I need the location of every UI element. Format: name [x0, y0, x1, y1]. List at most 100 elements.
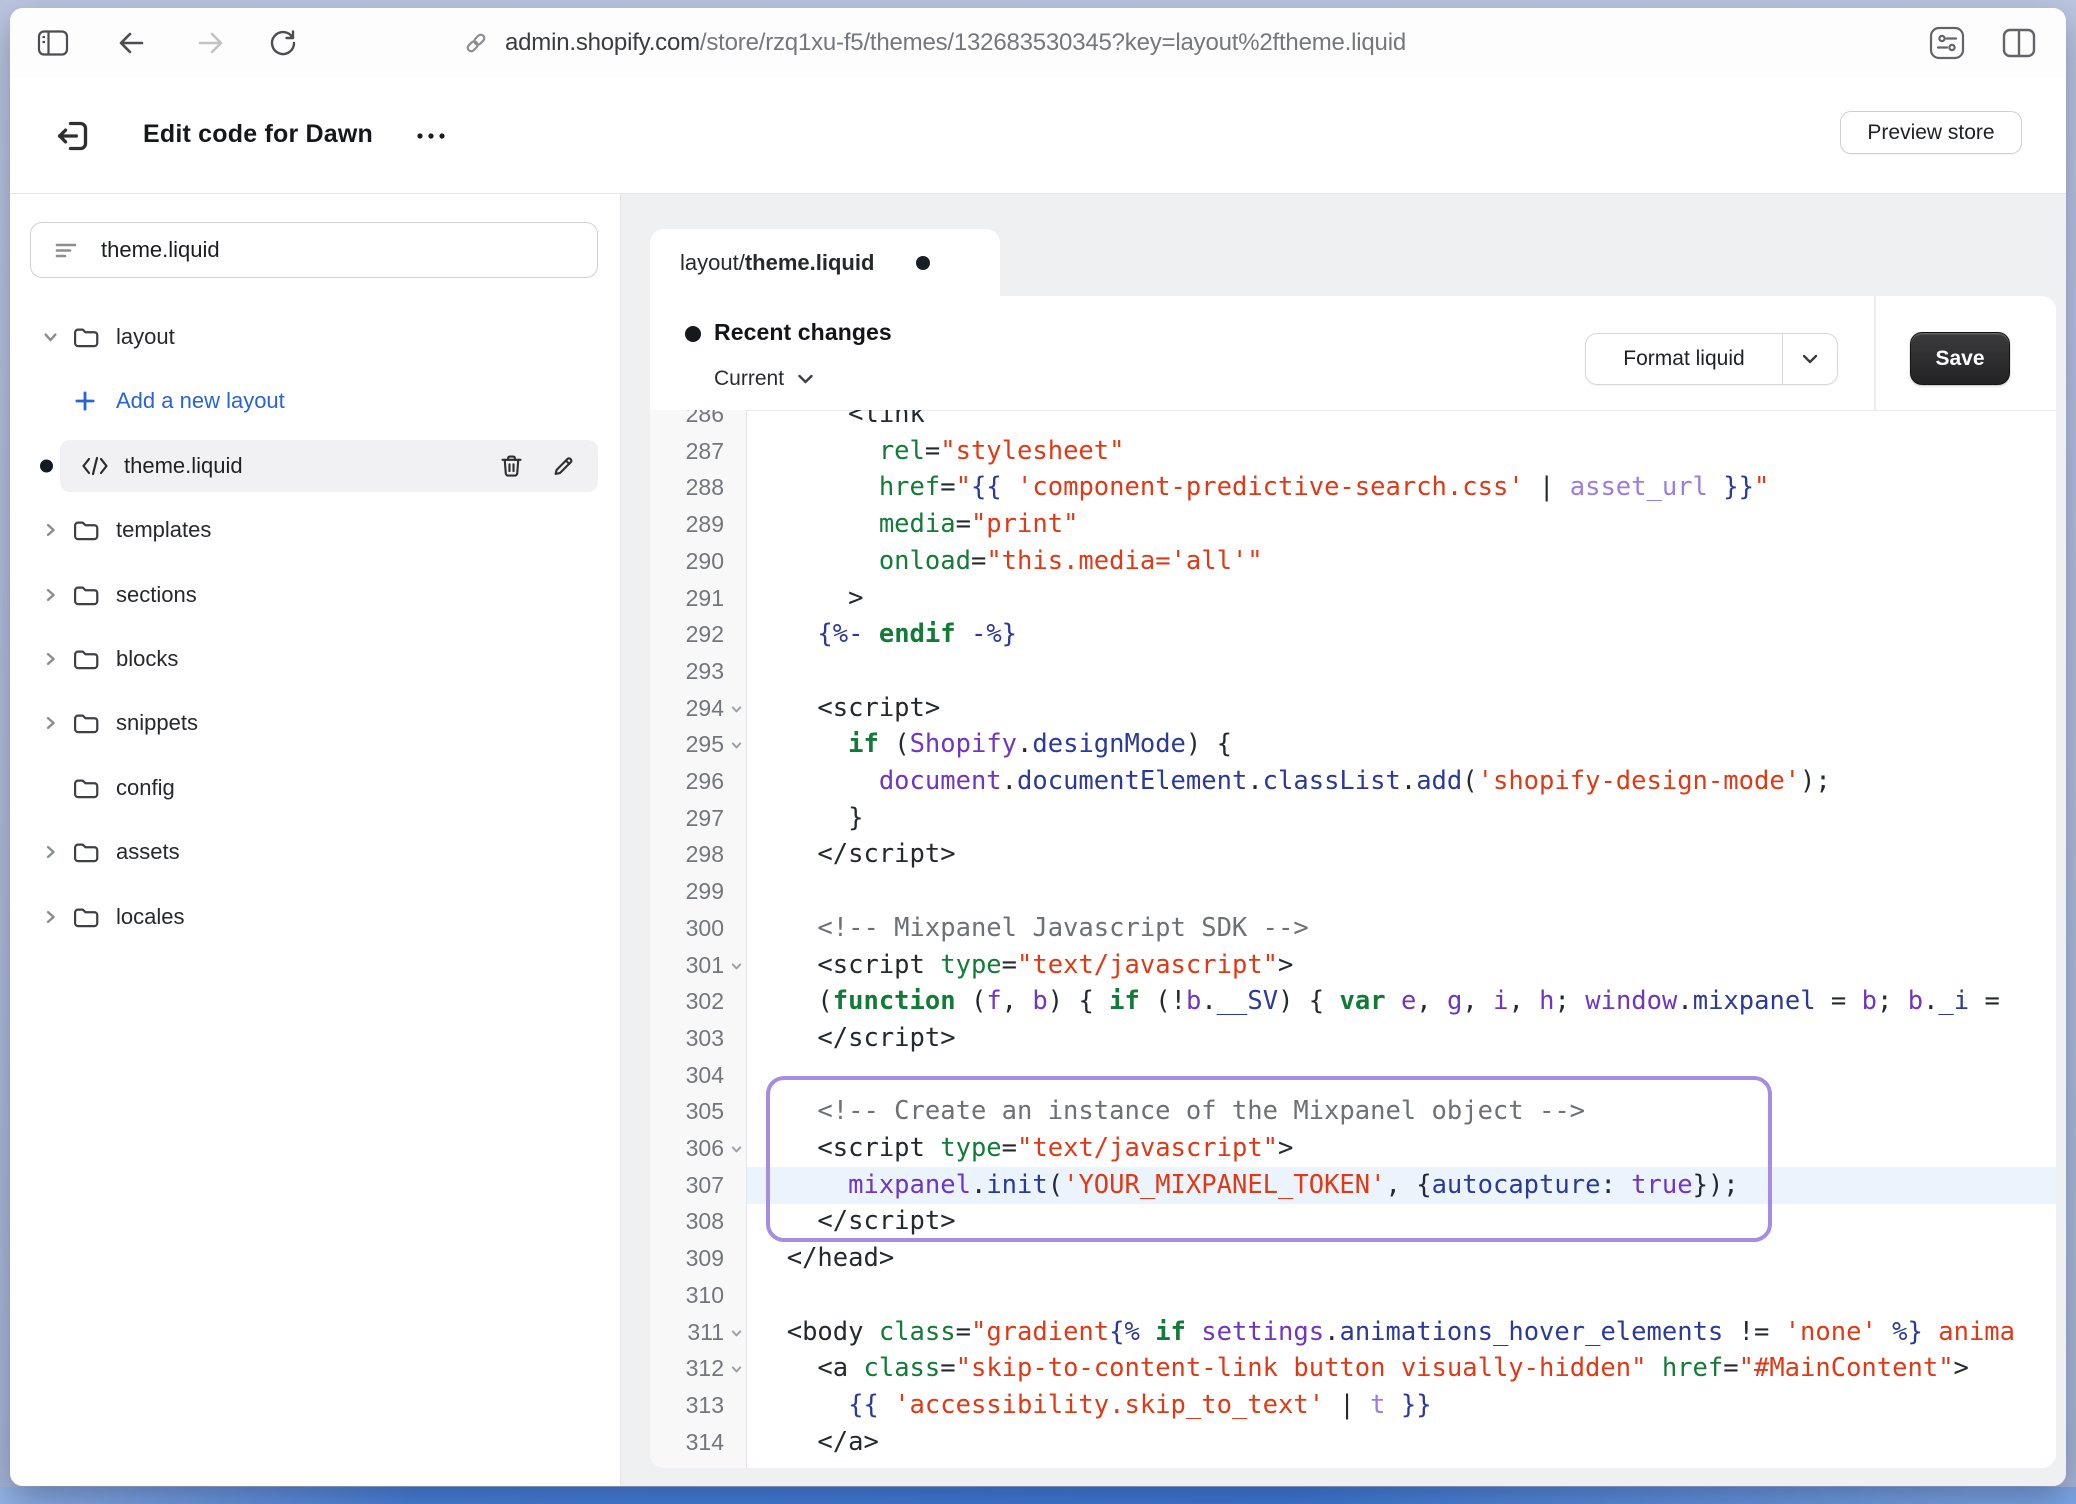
folder-label: assets	[116, 839, 180, 865]
chevron-right-icon[interactable]	[42, 651, 59, 668]
code-line-301[interactable]: 301 <script type="text/javascript">	[650, 947, 2056, 984]
line-number: 309	[650, 1240, 724, 1277]
tab-path-prefix: layout/	[680, 250, 745, 276]
plus-icon	[72, 388, 98, 414]
sidebar-folder-sections[interactable]: sections	[10, 569, 620, 621]
sidebar-folder-locales[interactable]: locales	[10, 891, 620, 943]
code-lines: 286 <link287 rel="stylesheet"288 href="{…	[650, 410, 2056, 1468]
file-search-input[interactable]	[99, 236, 533, 264]
code-text: </script>	[756, 1020, 956, 1057]
code-line-298[interactable]: 298 </script>	[650, 836, 2056, 873]
sidebar-toggle-icon	[37, 29, 69, 57]
code-editor[interactable]: 286 <link287 rel="stylesheet"288 href="{…	[650, 410, 2056, 1468]
code-line-288[interactable]: 288 href="{{ 'component-predictive-searc…	[650, 469, 2056, 506]
back-button[interactable]	[110, 23, 152, 63]
address-bar[interactable]: admin.shopify.com/store/rzq1xu-f5/themes…	[462, 22, 1406, 64]
code-text: </a>	[756, 1424, 879, 1461]
add-new-layout-button[interactable]: Add a new layout	[10, 375, 620, 427]
code-line-291[interactable]: 291 >	[650, 580, 2056, 617]
code-text: {%- endif -%}	[756, 616, 1017, 653]
reload-button[interactable]	[262, 23, 304, 63]
rename-file-button[interactable]	[550, 452, 577, 479]
sidebar-folder-snippets[interactable]: snippets	[10, 697, 620, 749]
folder-icon	[71, 838, 99, 866]
chevron-down-icon	[797, 373, 814, 385]
chevron-right-icon[interactable]	[42, 586, 59, 603]
format-liquid-button[interactable]: Format liquid	[1586, 334, 1782, 384]
code-line-311[interactable]: 311 <body class="gradient{% if settings.…	[650, 1314, 2056, 1351]
sidebar-file-theme.liquid[interactable]: theme.liquid	[10, 440, 620, 492]
code-line-303[interactable]: 303 </script>	[650, 1020, 2056, 1057]
sidebar-folder-assets[interactable]: assets	[10, 826, 620, 878]
code-text: (function (f, b) { if (!b.__SV) { var e,…	[756, 983, 2000, 1020]
code-line-286[interactable]: 286 <link	[650, 410, 2056, 433]
fold-chevron-icon[interactable]	[729, 702, 744, 717]
code-text: <body class="gradient{% if settings.anim…	[756, 1314, 2015, 1351]
fold-chevron-icon[interactable]	[729, 1326, 744, 1341]
line-number: 312	[650, 1350, 724, 1387]
code-line-297[interactable]: 297 }	[650, 800, 2056, 837]
line-number: 314	[650, 1424, 724, 1461]
split-view-button[interactable]	[1998, 23, 2040, 63]
code-line-300[interactable]: 300 <!-- Mixpanel Javascript SDK -->	[650, 910, 2056, 947]
line-number: 294	[650, 690, 724, 727]
format-liquid-button-group: Format liquid	[1585, 333, 1838, 385]
forward-icon	[196, 29, 226, 57]
file-search-box[interactable]	[30, 222, 598, 278]
workspace: layout Add a new layout theme.liquid templa…	[10, 194, 2066, 1486]
code-line-293[interactable]: 293	[650, 653, 2056, 690]
chevron-right-icon[interactable]	[42, 844, 59, 861]
save-button[interactable]: Save	[1910, 332, 2010, 385]
code-text: if (Shopify.designMode) {	[756, 726, 1232, 763]
version-dropdown[interactable]: Current	[714, 367, 814, 391]
app-header: Edit code for Dawn Preview store	[10, 78, 2066, 194]
editor-tab[interactable]: layout/theme.liquid	[650, 229, 1000, 297]
code-line-299[interactable]: 299	[650, 873, 2056, 910]
preview-store-button[interactable]: Preview store	[1840, 111, 2022, 154]
page-settings-button[interactable]	[1926, 23, 1968, 63]
chevron-right-icon[interactable]	[42, 908, 59, 925]
forward-button[interactable]	[190, 23, 232, 63]
sidebar-folder-config[interactable]: config	[10, 762, 620, 814]
code-line-314[interactable]: 314 </a>	[650, 1424, 2056, 1461]
fold-chevron-icon[interactable]	[729, 959, 744, 974]
sidebar-folder-templates[interactable]: templates	[10, 504, 620, 556]
code-line-295[interactable]: 295 if (Shopify.designMode) {	[650, 726, 2056, 763]
code-line-310[interactable]: 310	[650, 1277, 2056, 1314]
chevron-right-icon[interactable]	[42, 715, 59, 732]
code-text: }	[756, 800, 863, 837]
format-liquid-dropdown-button[interactable]	[1782, 334, 1837, 384]
sidebar-toggle-button[interactable]	[32, 23, 74, 63]
code-text: </script>	[756, 836, 956, 873]
folder-label: layout	[116, 324, 175, 350]
more-actions-button[interactable]	[408, 113, 454, 158]
code-line-294[interactable]: 294 <script>	[650, 690, 2056, 727]
fold-chevron-icon[interactable]	[729, 1362, 744, 1377]
fold-chevron-icon[interactable]	[729, 1142, 744, 1157]
sidebar-folder-blocks[interactable]: blocks	[10, 633, 620, 685]
selected-file-row[interactable]: theme.liquid	[60, 440, 598, 492]
code-line-302[interactable]: 302 (function (f, b) { if (!b.__SV) { va…	[650, 983, 2056, 1020]
chevron-down-icon[interactable]	[42, 329, 59, 346]
code-text: href="{{ 'component-predictive-search.cs…	[756, 469, 1769, 506]
code-text: <!-- Mixpanel Javascript SDK -->	[756, 910, 1309, 947]
exit-editor-button[interactable]	[50, 113, 95, 158]
code-line-312[interactable]: 312 <a class="skip-to-content-link butto…	[650, 1350, 2056, 1387]
url-domain: admin.shopify.com	[505, 29, 700, 56]
code-line-313[interactable]: 313 {{ 'accessibility.skip_to_text' | t …	[650, 1387, 2056, 1424]
line-number: 308	[650, 1203, 724, 1240]
chevron-right-icon[interactable]	[42, 522, 59, 539]
code-line-296[interactable]: 296 document.documentElement.classList.a…	[650, 763, 2056, 800]
browser-toolbar: admin.shopify.com/store/rzq1xu-f5/themes…	[10, 8, 2066, 79]
code-line-292[interactable]: 292 {%- endif -%}	[650, 616, 2056, 653]
delete-file-button[interactable]	[498, 452, 525, 479]
code-line-309[interactable]: 309 </head>	[650, 1240, 2056, 1277]
code-line-289[interactable]: 289 media="print"	[650, 506, 2056, 543]
fold-chevron-icon[interactable]	[729, 738, 744, 753]
code-line-287[interactable]: 287 rel="stylesheet"	[650, 433, 2056, 470]
code-line-290[interactable]: 290 onload="this.media='all'"	[650, 543, 2056, 580]
reload-icon	[268, 28, 298, 58]
sidebar-folder-layout[interactable]: layout	[10, 311, 620, 363]
editor-content-area: layout/theme.liquid Recent changes Curre…	[621, 194, 2066, 1486]
ellipsis-icon	[414, 130, 448, 142]
